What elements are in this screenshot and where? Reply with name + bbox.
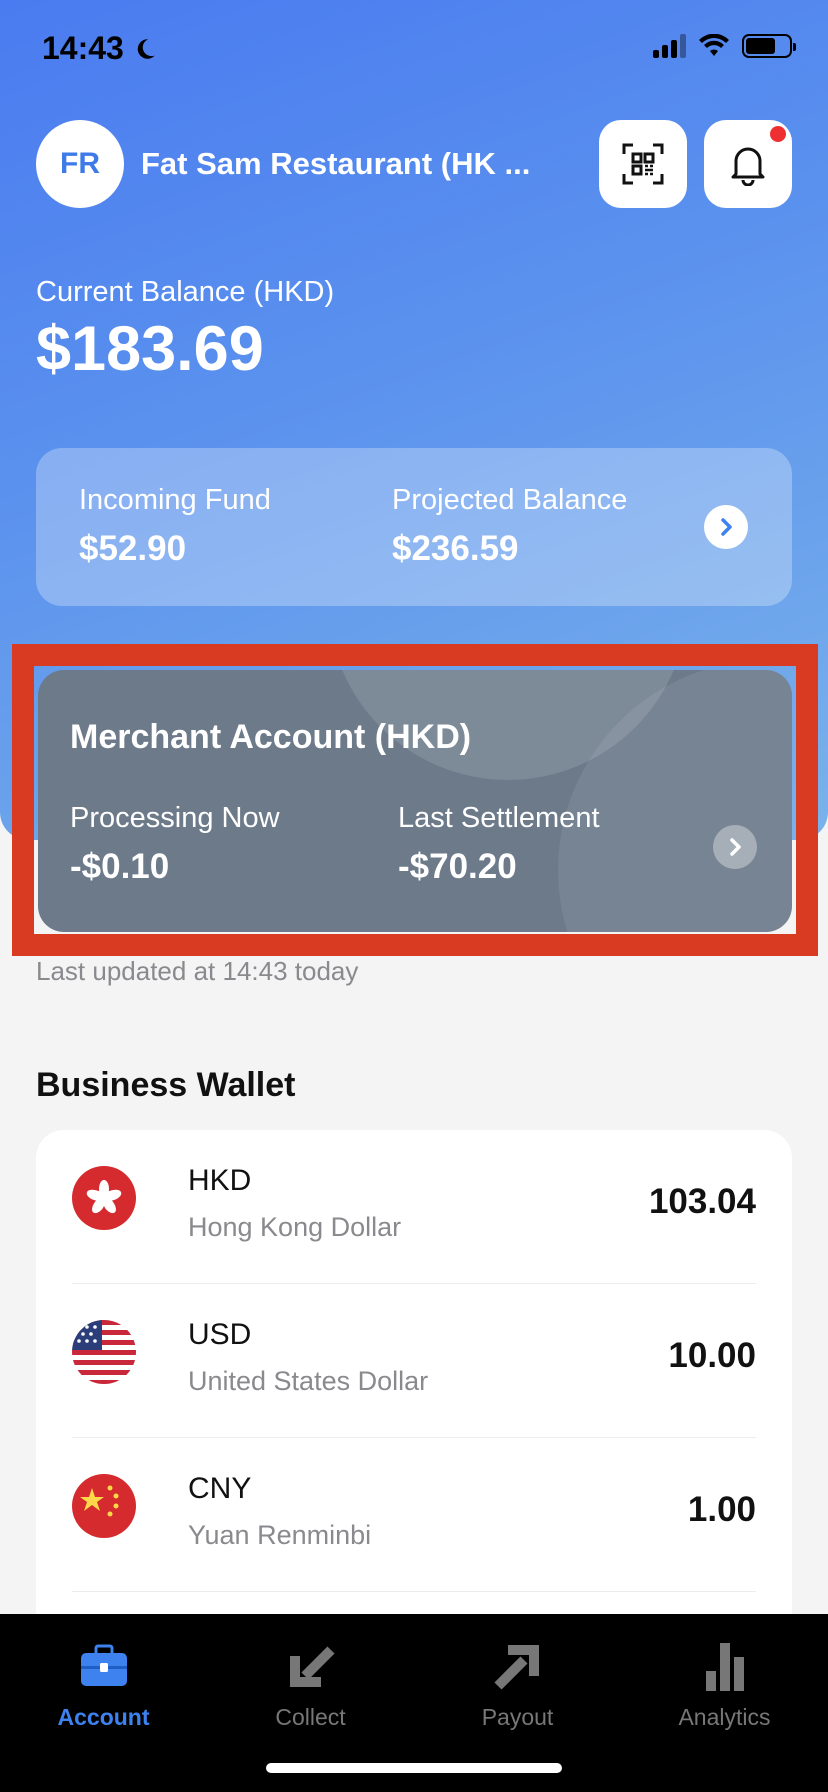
chevron-right-icon[interactable] [704, 505, 748, 549]
balance-value: $183.69 [36, 314, 264, 384]
status-bar: 14:43 [0, 0, 828, 100]
balance-label: Current Balance (HKD) [36, 276, 335, 308]
wallet-amount: 1.00 [687, 1490, 756, 1529]
tab-analytics[interactable]: Analytics [621, 1638, 828, 1738]
wallet-currency-code: HKD [188, 1164, 252, 1197]
business-wallet-title: Business Wallet [36, 1066, 296, 1104]
hk-flag-icon [72, 1166, 136, 1230]
home-indicator[interactable] [266, 1763, 562, 1773]
us-flag-icon [72, 1320, 136, 1384]
wallet-item-usd[interactable]: USD United States Dollar 10.00 [72, 1284, 756, 1438]
moon-icon [137, 38, 155, 59]
tab-label: Analytics [678, 1704, 771, 1730]
wallet-item-hkd[interactable]: HKD Hong Kong Dollar 103.04 [72, 1130, 756, 1284]
header: FR Fat Sam Restaurant (HK ... [36, 120, 792, 210]
status-time: 14:43 [42, 30, 158, 67]
wifi-icon [699, 34, 729, 56]
wallet-currency-name: United States Dollar [188, 1366, 429, 1396]
tab-payout[interactable]: Payout [414, 1638, 621, 1738]
tab-label: Account [57, 1704, 150, 1730]
battery-icon [742, 34, 796, 58]
incoming-fund: Incoming Fund $52.90 [79, 484, 271, 569]
arrow-down-left-icon [289, 1646, 335, 1687]
wallet-currency-name: Hong Kong Dollar [188, 1212, 402, 1242]
tab-label: Payout [481, 1704, 554, 1730]
projected-balance-label: Projected Balance [392, 484, 628, 516]
status-time-text: 14:43 [42, 30, 124, 66]
wallet-currency-code: USD [188, 1318, 252, 1351]
incoming-fund-label: Incoming Fund [79, 484, 271, 516]
fund-summary-card[interactable]: Incoming Fund $52.90 Projected Balance $… [36, 448, 792, 606]
tab-label: Collect [275, 1704, 346, 1730]
qr-scan-icon [622, 143, 664, 185]
notification-badge [770, 126, 786, 142]
bar-chart-icon [705, 1643, 744, 1691]
cn-flag-icon [72, 1474, 136, 1538]
tab-account[interactable]: Account [0, 1638, 207, 1738]
signal-icon [653, 34, 686, 58]
last-updated-text: Last updated at 14:43 today [36, 956, 359, 986]
qr-scan-button[interactable] [599, 120, 687, 208]
wallet-currency-code: CNY [188, 1472, 252, 1505]
business-wallet-list: HKD Hong Kong Dollar 103.04 USD United S… [36, 1130, 792, 1630]
arrow-up-right-icon [493, 1645, 539, 1690]
projected-balance: Projected Balance $236.59 [392, 484, 627, 569]
bell-icon [731, 147, 765, 186]
highlight-box [12, 644, 818, 956]
notifications-button[interactable] [704, 120, 792, 208]
wallet-item-cny[interactable]: CNY Yuan Renminbi 1.00 [72, 1438, 756, 1592]
wallet-currency-name: Yuan Renminbi [188, 1520, 372, 1550]
status-icons [653, 34, 796, 58]
merchant-name[interactable]: Fat Sam Restaurant (HK ... [141, 146, 530, 182]
incoming-fund-value: $52.90 [79, 529, 187, 568]
wallet-amount: 10.00 [668, 1336, 756, 1375]
projected-balance-value: $236.59 [392, 529, 519, 568]
wallet-amount: 103.04 [648, 1182, 756, 1221]
avatar[interactable]: FR [36, 120, 124, 208]
tab-collect[interactable]: Collect [207, 1638, 414, 1738]
briefcase-icon [80, 1644, 127, 1686]
